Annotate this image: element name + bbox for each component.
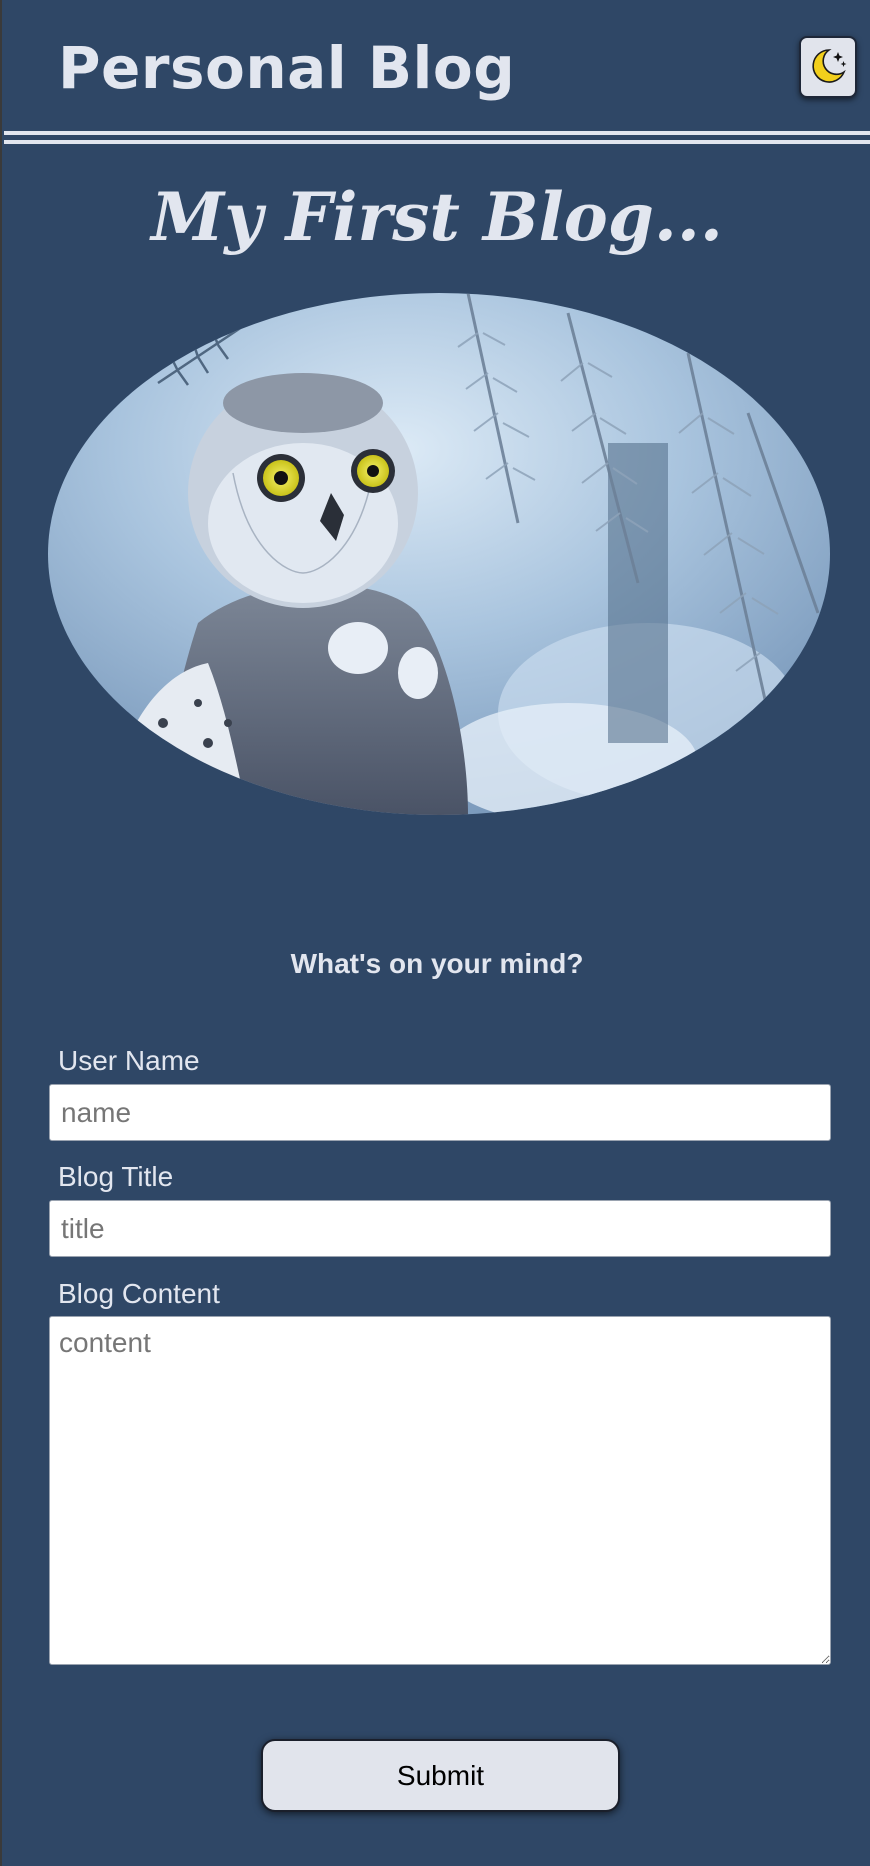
- moon-stars-icon: [807, 45, 849, 90]
- blog-title-label: Blog Title: [58, 1161, 174, 1192]
- page: Personal Blog My First Blog... What's on…: [0, 0, 870, 1866]
- submit-button[interactable]: Submit: [261, 1739, 620, 1812]
- snowy-owl-image: [48, 293, 830, 815]
- blog-content-label: Blog Content: [58, 1278, 220, 1309]
- username-label: User Name: [58, 1045, 200, 1076]
- blog-heading: My First Blog...: [151, 178, 723, 256]
- blog-title-input[interactable]: [49, 1200, 831, 1257]
- site-title: Personal Blog: [58, 34, 516, 102]
- site-header: Personal Blog: [2, 0, 870, 130]
- username-input[interactable]: [49, 1084, 831, 1141]
- form-prompt: What's on your mind?: [290, 948, 584, 979]
- theme-toggle-button[interactable]: [799, 36, 857, 98]
- blog-content-textarea[interactable]: [49, 1316, 831, 1665]
- header-divider-bottom: [4, 140, 870, 144]
- header-divider-top: [4, 131, 870, 135]
